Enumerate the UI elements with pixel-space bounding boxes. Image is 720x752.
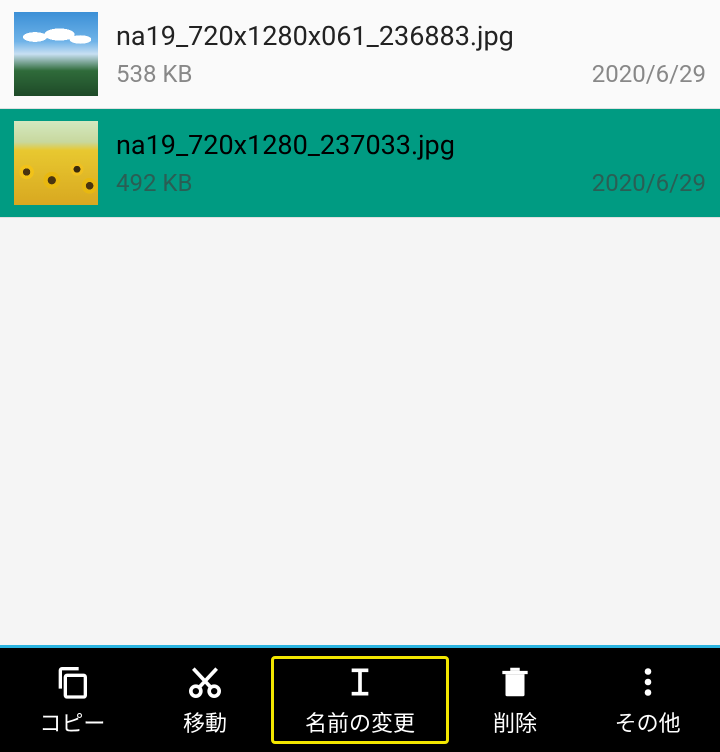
file-item[interactable]: na19_720x1280x061_236883.jpg 538 KB 2020…	[0, 0, 720, 109]
delete-button[interactable]: 削除	[449, 656, 582, 744]
more-vertical-icon	[630, 662, 666, 702]
file-size: 492 KB	[116, 169, 192, 197]
delete-label: 削除	[493, 706, 537, 738]
file-date: 2020/6/29	[592, 60, 706, 88]
file-meta: 492 KB 2020/6/29	[116, 169, 706, 197]
more-button[interactable]: その他	[581, 656, 714, 744]
move-button[interactable]: 移動	[139, 656, 272, 744]
more-label: その他	[615, 706, 681, 738]
rename-button[interactable]: 名前の変更	[271, 656, 448, 744]
copy-icon	[52, 662, 92, 702]
copy-button[interactable]: コピー	[6, 656, 139, 744]
cut-icon	[185, 662, 225, 702]
trash-icon	[496, 662, 534, 702]
bottom-toolbar: コピー 移動 名前の変更	[0, 648, 720, 752]
file-info: na19_720x1280_237033.jpg 492 KB 2020/6/2…	[116, 129, 706, 197]
rename-label: 名前の変更	[305, 706, 415, 738]
move-label: 移動	[183, 706, 227, 738]
toolbar-container: コピー 移動 名前の変更	[0, 645, 720, 752]
file-date: 2020/6/29	[592, 169, 706, 197]
file-thumbnail	[14, 121, 98, 205]
text-cursor-icon	[340, 662, 380, 702]
file-meta: 538 KB 2020/6/29	[116, 60, 706, 88]
file-name: na19_720x1280x061_236883.jpg	[116, 20, 706, 52]
copy-label: コピー	[39, 706, 105, 738]
file-item-selected[interactable]: na19_720x1280_237033.jpg 492 KB 2020/6/2…	[0, 109, 720, 218]
file-name: na19_720x1280_237033.jpg	[116, 129, 706, 161]
file-list: na19_720x1280x061_236883.jpg 538 KB 2020…	[0, 0, 720, 645]
file-thumbnail	[14, 12, 98, 96]
file-size: 538 KB	[116, 60, 192, 88]
file-info: na19_720x1280x061_236883.jpg 538 KB 2020…	[116, 20, 706, 88]
